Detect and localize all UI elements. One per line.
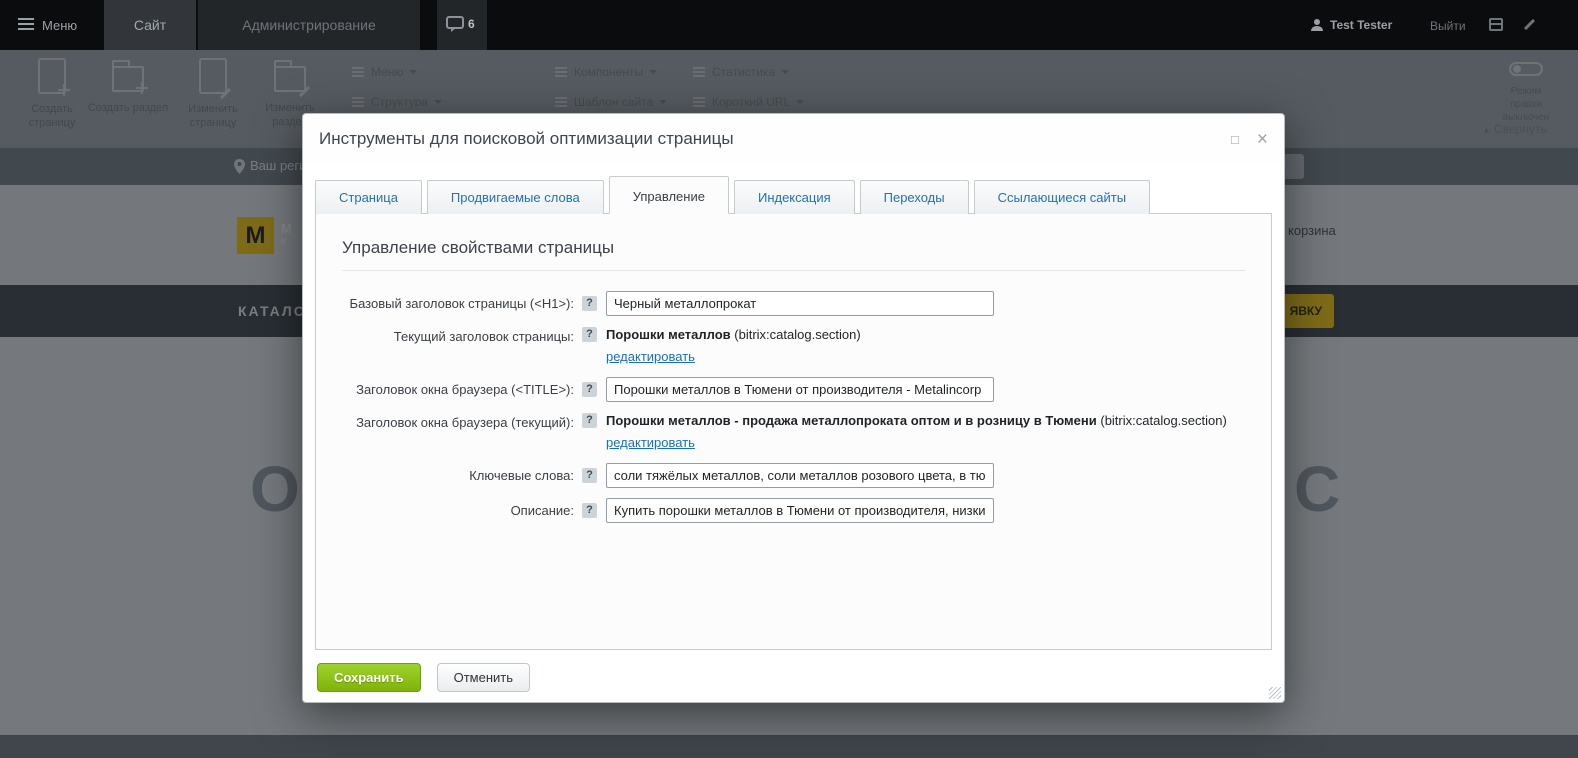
form-row-current-title: Текущий заголовок страницы: ? Порошки ме…: [342, 326, 1245, 365]
field-label: Описание:: [510, 502, 574, 518]
form-row-description: Описание: ?: [342, 498, 1245, 524]
save-button[interactable]: Сохранить: [317, 663, 421, 692]
dialog-footer: Сохранить Отменить: [303, 650, 1284, 705]
description-input[interactable]: [606, 498, 994, 524]
hamburger-menu-icon[interactable]: [18, 18, 34, 32]
maximize-icon[interactable]: □: [1231, 133, 1239, 146]
help-icon[interactable]: ?: [582, 503, 597, 519]
user-name[interactable]: Test Tester: [1330, 18, 1392, 32]
user-icon: [1310, 18, 1324, 37]
help-icon[interactable]: ?: [582, 413, 597, 429]
help-icon[interactable]: ?: [582, 468, 597, 484]
divider: [342, 270, 1245, 271]
dialog-titlebar[interactable]: Инструменты для поисковой оптимизации ст…: [303, 114, 1284, 164]
field-label: Заголовок окна браузера (<TITLE>):: [356, 381, 574, 397]
help-icon[interactable]: ?: [582, 327, 597, 342]
tab-referring-sites[interactable]: Ссылающиеся сайты: [973, 180, 1151, 214]
tab-management[interactable]: Управление: [608, 176, 729, 214]
cancel-button[interactable]: Отменить: [436, 663, 531, 692]
tab-promoted-words[interactable]: Продвигаемые слова: [426, 180, 604, 214]
resize-handle[interactable]: [1269, 687, 1281, 699]
edit-current-title-link[interactable]: редактировать: [606, 348, 695, 366]
top-menu-label[interactable]: Меню: [42, 18, 77, 33]
browser-title-current-value: Порошки металлов - продажа металлопрокат…: [606, 413, 1227, 452]
help-icon[interactable]: ?: [582, 382, 597, 398]
seo-tools-dialog: Инструменты для поисковой оптимизации ст…: [302, 113, 1285, 703]
tab-page[interactable]: Страница: [315, 180, 422, 214]
field-label: Ключевые слова:: [469, 467, 574, 483]
dialog-tabs: Страница Продвигаемые слова Управление И…: [303, 164, 1284, 214]
browser-title-input[interactable]: [606, 377, 994, 403]
close-icon[interactable]: ×: [1257, 130, 1268, 149]
form-row-browser-title: Заголовок окна браузера (<TITLE>): ?: [342, 377, 1245, 403]
current-title-value: Порошки металлов (bitrix:catalog.section…: [606, 327, 861, 366]
logout-link[interactable]: Выйти: [1430, 19, 1466, 33]
tab-site[interactable]: Сайт: [104, 0, 196, 50]
tab-indexing[interactable]: Индексация: [733, 180, 855, 214]
tab-administration[interactable]: Администрирование: [198, 0, 420, 50]
tab-panel-management: Управление свойствами страницы Базовый з…: [315, 213, 1272, 650]
edit-browser-title-link[interactable]: редактировать: [606, 434, 695, 452]
field-label: Базовый заголовок страницы (<H1>):: [349, 295, 574, 311]
form-row-h1: Базовый заголовок страницы (<H1>): ?: [342, 291, 1245, 316]
field-label: Текущий заголовок страницы:: [393, 329, 574, 344]
section-title: Управление свойствами страницы: [342, 238, 615, 257]
form-row-keywords: Ключевые слова: ?: [342, 463, 1245, 489]
top-bar: Меню Сайт Администрирование 6 Test Teste…: [0, 0, 1578, 50]
notifications-button[interactable]: 6: [437, 0, 487, 50]
tab-transitions[interactable]: Переходы: [859, 180, 969, 214]
dialog-title: Инструменты для поисковой оптимизации ст…: [319, 129, 734, 148]
h1-title-input[interactable]: [606, 291, 994, 316]
quick-edit-icon[interactable]: [1521, 17, 1536, 32]
form-row-browser-title-current: Заголовок окна браузера (текущий): ? Пор…: [342, 412, 1245, 451]
help-icon[interactable]: ?: [582, 296, 597, 311]
keywords-input[interactable]: [606, 463, 994, 489]
field-label: Заголовок окна браузера (текущий):: [356, 415, 574, 431]
panel-icon[interactable]: [1489, 18, 1503, 31]
chat-icon: [446, 16, 464, 32]
chat-count-badge: 6: [468, 17, 475, 31]
